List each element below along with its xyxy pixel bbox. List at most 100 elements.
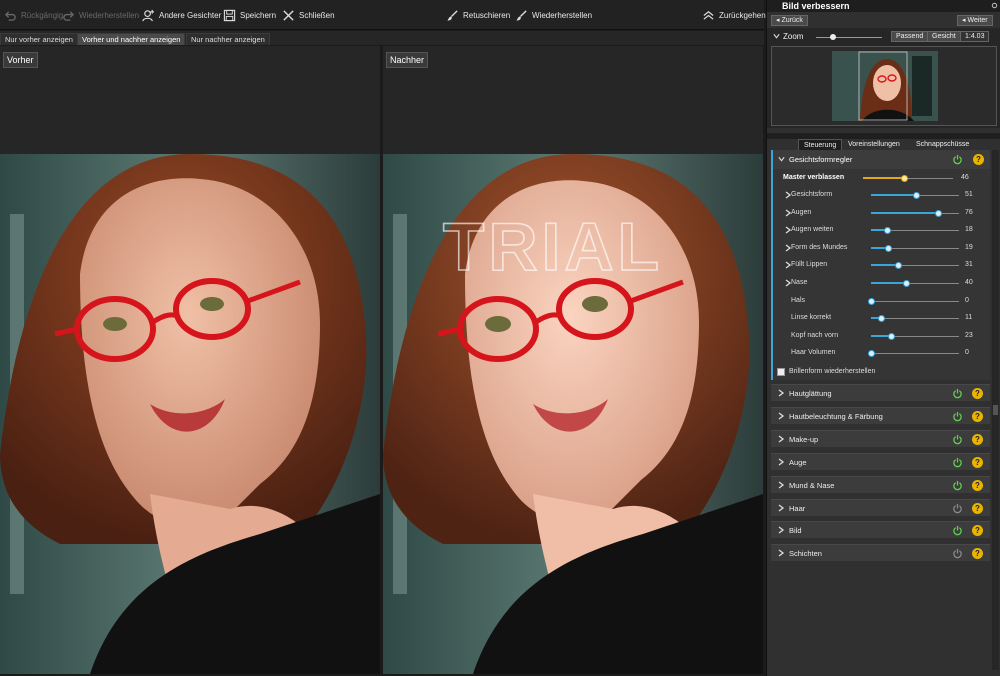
after-label: Nachher bbox=[386, 52, 429, 68]
tab-before-and-after[interactable]: Vorher und nachher anzeigen bbox=[77, 33, 186, 45]
scrollbar-thumb[interactable] bbox=[993, 405, 998, 415]
slider-row: Nase 40 bbox=[773, 275, 999, 292]
help-icon[interactable]: ? bbox=[972, 548, 983, 560]
face-shape-title: Gesichtsformregler bbox=[789, 155, 853, 164]
face-shape-section: Gesichtsformregler ? Master verblassen 4… bbox=[771, 150, 990, 380]
section-header[interactable]: Hautglättung? bbox=[771, 384, 990, 401]
slider-value: 23 bbox=[965, 331, 973, 339]
power-icon[interactable] bbox=[952, 388, 963, 399]
slider-track[interactable] bbox=[871, 353, 959, 355]
help-icon[interactable]: ? bbox=[972, 525, 983, 537]
thumbnail-image[interactable] bbox=[832, 51, 938, 121]
power-icon[interactable] bbox=[952, 480, 963, 491]
section-label: Mund & Nase bbox=[789, 480, 835, 490]
power-icon[interactable] bbox=[952, 434, 963, 445]
close-button[interactable]: Schließen bbox=[282, 8, 335, 22]
tab-snapshots[interactable]: Schnappschüsse bbox=[911, 139, 974, 150]
other-faces-button[interactable]: Andere Gesichter bbox=[142, 8, 221, 22]
section-header[interactable]: Auge? bbox=[771, 452, 990, 470]
slider-row: Kopf nach vorn 23 bbox=[773, 328, 999, 345]
chevron-right-icon bbox=[777, 412, 785, 420]
slider-value: 76 bbox=[965, 208, 973, 216]
zoom-slider-knob[interactable] bbox=[830, 34, 836, 40]
master-fade-knob[interactable] bbox=[901, 175, 908, 182]
slider-knob[interactable] bbox=[868, 350, 875, 358]
slider-label: Form des Mundes bbox=[791, 243, 848, 251]
slider-knob[interactable] bbox=[895, 262, 902, 270]
chevron-down-icon[interactable] bbox=[773, 33, 780, 39]
slider-knob[interactable] bbox=[885, 244, 892, 252]
save-button[interactable]: Speichern bbox=[223, 8, 276, 22]
section-label: Make-up bbox=[789, 434, 819, 444]
slider-row: Füllt Lippen 31 bbox=[773, 257, 999, 274]
slider-track[interactable] bbox=[871, 300, 959, 302]
power-icon[interactable] bbox=[952, 503, 963, 514]
help-icon[interactable]: ? bbox=[972, 479, 983, 491]
slider-label: Kopf nach vorn bbox=[791, 331, 839, 339]
slider-row: Haar Volumen 0 bbox=[773, 345, 999, 362]
help-icon[interactable]: ? bbox=[973, 154, 984, 165]
after-pane: Nachher TRIAL bbox=[383, 46, 763, 674]
slider-value: 0 bbox=[965, 349, 969, 357]
slider-value: 0 bbox=[965, 296, 969, 304]
slider-knob[interactable] bbox=[913, 192, 920, 199]
slider-knob[interactable] bbox=[878, 315, 885, 323]
restore-glasses-label: Brillenform wiederherstellen bbox=[789, 368, 876, 375]
redo-button[interactable]: Wiederherstellen bbox=[62, 8, 139, 22]
other-faces-label: Andere Gesichter bbox=[159, 10, 222, 20]
chevron-down-icon bbox=[778, 156, 785, 162]
restore-glasses-row[interactable]: Brillenform wiederherstellen bbox=[777, 367, 977, 378]
tab-before-only[interactable]: Nur vorher anzeigen bbox=[0, 33, 78, 45]
power-icon[interactable] bbox=[952, 525, 963, 536]
section-header[interactable]: Hautbeleuchtung & Färbung? bbox=[771, 406, 990, 424]
save-label: Speichern bbox=[240, 10, 277, 20]
undo-button[interactable]: Rückgängig bbox=[4, 8, 63, 22]
slider-knob[interactable] bbox=[888, 332, 895, 340]
settings-gear-icon[interactable] bbox=[991, 2, 998, 9]
fit-button[interactable]: Passend bbox=[891, 31, 929, 42]
help-icon[interactable]: ? bbox=[972, 388, 983, 399]
slider-label: Gesichtsform bbox=[791, 191, 833, 198]
slider-knob[interactable] bbox=[935, 209, 942, 217]
zoom-slider-track[interactable] bbox=[816, 34, 882, 40]
trial-watermark: TRIAL bbox=[442, 208, 660, 286]
power-icon[interactable] bbox=[952, 457, 963, 468]
chevron-right-icon bbox=[777, 526, 785, 534]
tab-after-only[interactable]: Nur nachher anzeigen bbox=[186, 33, 270, 45]
restore-glasses-checkbox[interactable] bbox=[777, 368, 785, 376]
slider-row: Gesichtsform 51 bbox=[773, 187, 999, 204]
tab-presets[interactable]: Voreinstellungen bbox=[843, 139, 905, 150]
help-icon[interactable]: ? bbox=[972, 502, 983, 514]
section-label: Hautbeleuchtung & Färbung bbox=[789, 411, 883, 421]
slider-knob[interactable] bbox=[884, 227, 891, 235]
redo-label: Wiederherstellen bbox=[79, 10, 140, 20]
slider-value: 40 bbox=[965, 279, 973, 286]
section-header[interactable]: Haar? bbox=[771, 498, 990, 516]
section-header[interactable]: Mund & Nase? bbox=[771, 475, 990, 493]
scrollbar[interactable] bbox=[992, 150, 999, 670]
next-button[interactable]: ◂ Weiter bbox=[957, 15, 993, 26]
help-icon[interactable]: ? bbox=[972, 410, 983, 422]
section-label: Schichten bbox=[789, 549, 822, 559]
section-header[interactable]: Bild? bbox=[771, 521, 990, 539]
help-icon[interactable]: ? bbox=[972, 456, 983, 468]
close-icon bbox=[283, 9, 294, 21]
retouch-button[interactable]: Retuschieren bbox=[446, 8, 510, 22]
help-icon[interactable]: ? bbox=[972, 433, 983, 445]
slider-knob[interactable] bbox=[868, 297, 875, 305]
power-icon[interactable] bbox=[952, 411, 963, 422]
tab-controls[interactable]: Steuerung bbox=[798, 139, 843, 150]
power-icon[interactable] bbox=[952, 548, 963, 559]
back-button[interactable]: ◂ Zurück bbox=[771, 15, 808, 26]
restore-button[interactable]: Wiederherstellen bbox=[515, 8, 592, 22]
face-shape-header[interactable]: Gesichtsformregler ? bbox=[773, 150, 990, 169]
face-button[interactable]: Gesicht bbox=[927, 31, 961, 42]
section-label: Bild bbox=[789, 526, 802, 536]
section-header[interactable]: Schichten? bbox=[771, 544, 990, 562]
slider-value: 51 bbox=[965, 191, 973, 198]
back-label: Zurück bbox=[781, 17, 803, 24]
power-icon[interactable] bbox=[952, 154, 963, 165]
section-header[interactable]: Make-up? bbox=[771, 429, 990, 447]
go-back-button[interactable]: Zurückgehen bbox=[702, 8, 766, 22]
slider-knob[interactable] bbox=[903, 280, 910, 287]
